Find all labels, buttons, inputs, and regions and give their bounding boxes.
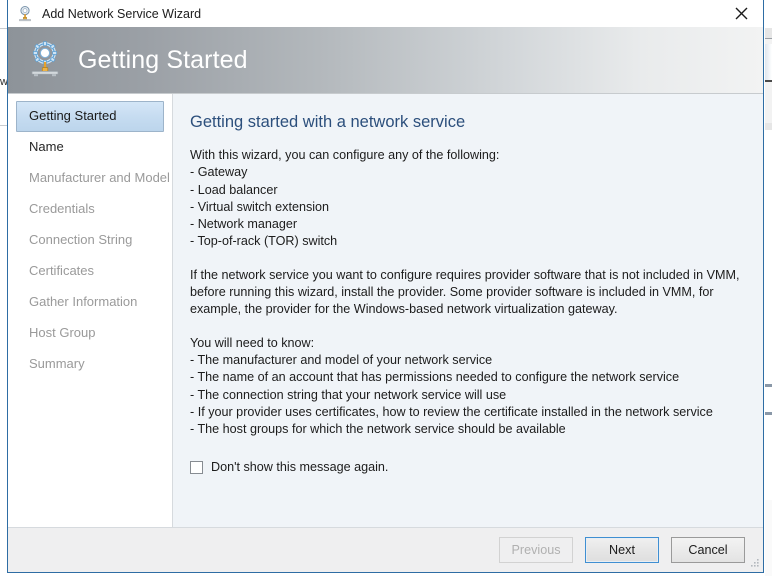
dialog-body: Getting Started Name Manufacturer and Mo… xyxy=(8,94,763,527)
sidebar-item-host-group[interactable]: Host Group xyxy=(16,318,164,349)
background-scrollbar-thumb[interactable] xyxy=(765,44,772,82)
sidebar-item-summary[interactable]: Summary xyxy=(16,349,164,380)
cancel-button[interactable]: Cancel xyxy=(671,537,745,563)
wizard-header: Getting Started xyxy=(8,27,763,94)
configure-intro-text: With this wizard, you can configure any … xyxy=(190,148,500,162)
network-service-icon xyxy=(19,5,31,21)
sidebar-item-credentials[interactable]: Credentials xyxy=(16,194,164,225)
list-item: - If your provider uses certificates, ho… xyxy=(190,404,713,419)
list-item: - The name of an account that has permis… xyxy=(190,370,680,385)
sidebar-item-gather-information[interactable]: Gather Information xyxy=(16,287,164,318)
need-to-know-list: - The manufacturer and model of your net… xyxy=(190,352,743,438)
sidebar-item-manufacturer-and-model[interactable]: Manufacturer and Model xyxy=(16,163,170,194)
list-item: - The connection string that your networ… xyxy=(190,387,507,402)
configure-list: - Gateway - Load balancer - Virtual swit… xyxy=(190,164,743,250)
dialog-footer: Previous Next Cancel xyxy=(8,527,763,572)
sidebar-item-connection-string[interactable]: Connection String xyxy=(16,225,164,256)
list-item: - Network manager xyxy=(190,217,298,232)
page-title: Getting Started xyxy=(78,45,248,74)
close-x-glyph xyxy=(735,7,747,20)
background-strip-lower xyxy=(765,412,772,415)
previous-button[interactable]: Previous xyxy=(499,537,573,563)
list-item: - The manufacturer and model of your net… xyxy=(190,352,493,367)
content-heading: Getting started with a network service xyxy=(190,113,466,131)
provider-software-paragraph: If the network service you want to confi… xyxy=(190,267,740,317)
next-button[interactable]: Next xyxy=(585,537,659,563)
dont-show-again-checkbox[interactable] xyxy=(190,461,203,475)
close-icon[interactable] xyxy=(719,0,763,27)
wizard-step-navigation: Getting Started Name Manufacturer and Mo… xyxy=(8,94,173,527)
need-to-know-intro-text: You will need to know: xyxy=(190,335,315,350)
dont-show-again-label: Don't show this message again. xyxy=(211,460,389,475)
sidebar-item-certificates[interactable]: Certificates xyxy=(16,256,164,287)
wizard-content-pane: Getting started with a network service W… xyxy=(173,94,763,527)
background-window-bottom-right xyxy=(765,500,772,576)
add-network-service-wizard-dialog: Add Network Service Wizard Getting Start… xyxy=(7,0,764,573)
list-item: - The host groups for which the network … xyxy=(190,422,566,437)
title-bar[interactable]: Add Network Service Wizard xyxy=(8,0,763,27)
sidebar-item-getting-started[interactable]: Getting Started xyxy=(16,101,164,132)
list-item: - Load balancer xyxy=(190,182,278,197)
dont-show-again-row[interactable]: Don't show this message again. xyxy=(190,460,743,475)
list-item: - Top-of-rack (TOR) switch xyxy=(190,234,338,249)
list-item: - Virtual switch extension xyxy=(190,199,330,214)
background-strip-upper xyxy=(765,384,772,387)
window-title: Add Network Service Wizard xyxy=(42,6,202,21)
sidebar-item-name[interactable]: Name xyxy=(16,132,164,163)
list-item: - Gateway xyxy=(190,165,248,180)
resize-grip-icon[interactable] xyxy=(748,558,760,570)
network-service-icon xyxy=(31,41,59,77)
